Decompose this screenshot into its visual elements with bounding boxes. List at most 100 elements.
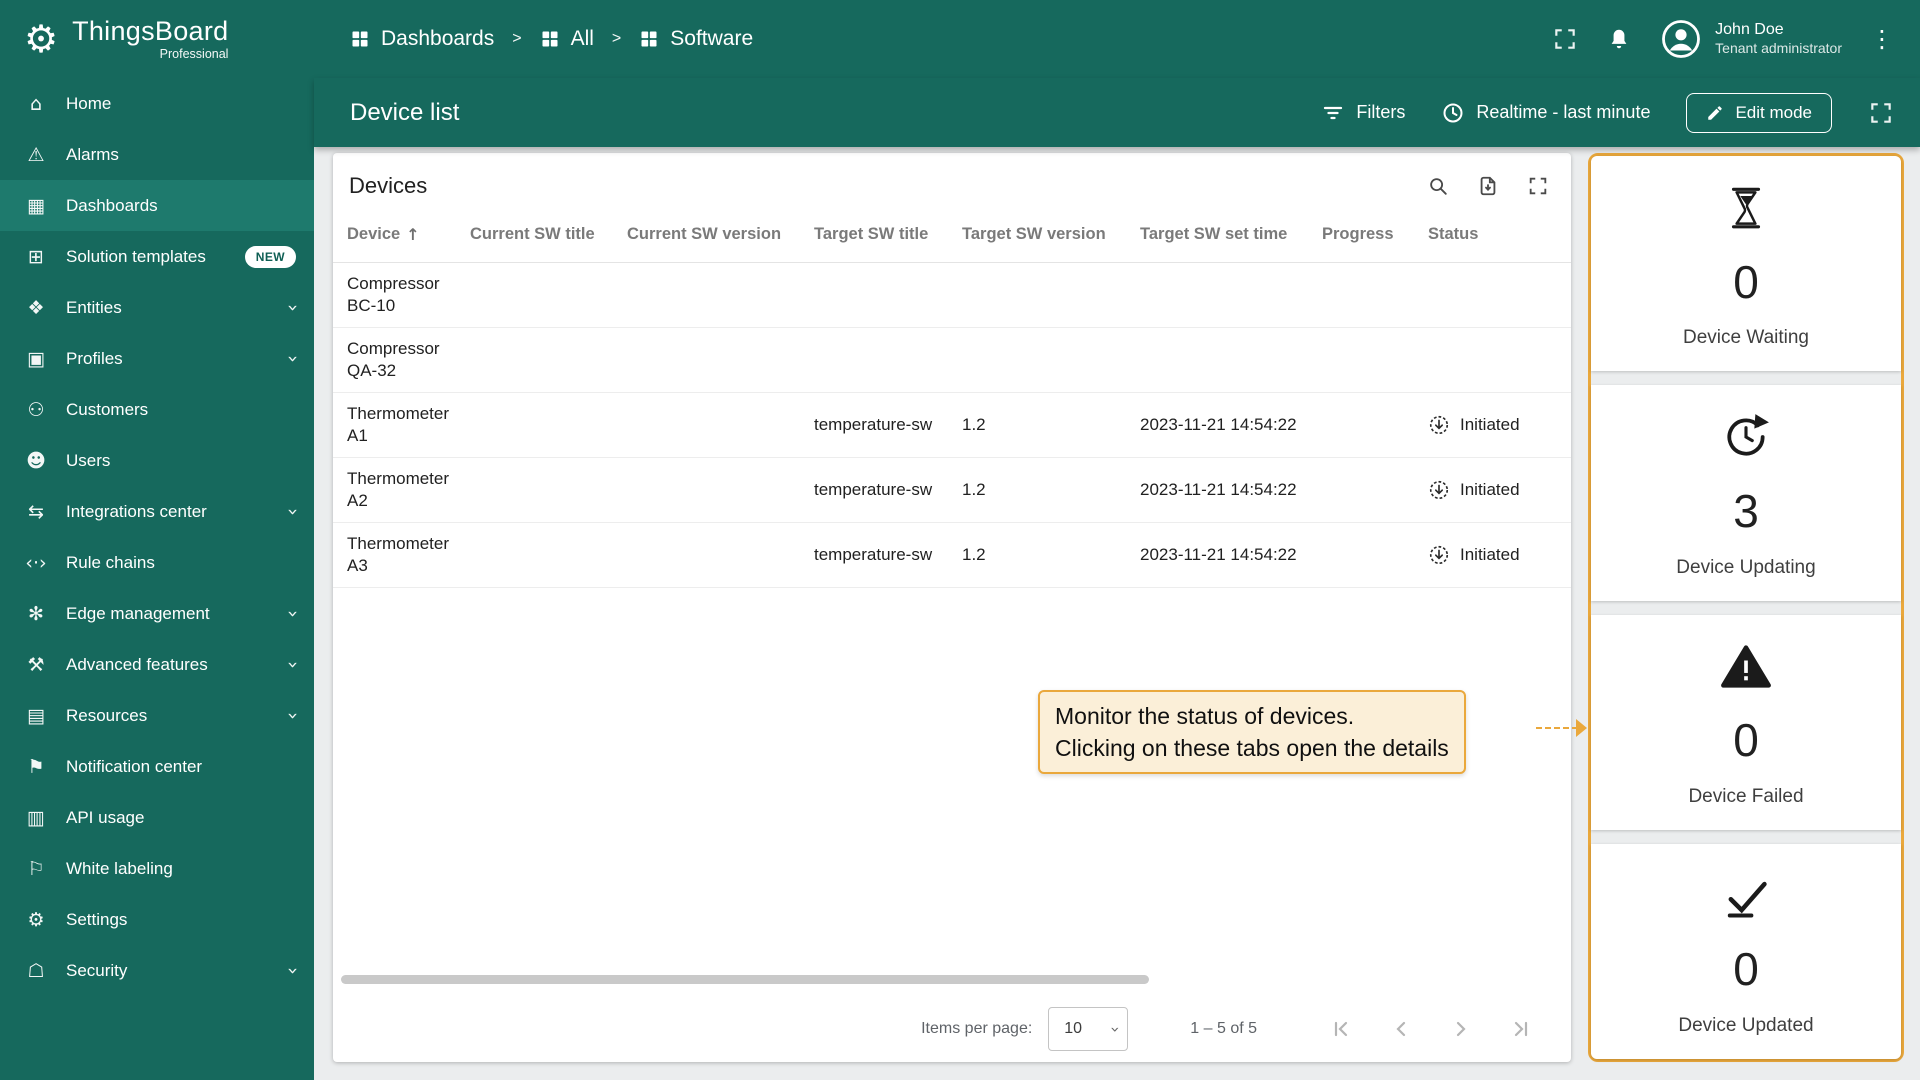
sidebar-item-integrations-center[interactable]: ⇆ Integrations center ‹ (0, 486, 314, 537)
avatar (1662, 20, 1701, 58)
main-area: Dashboards > All > Software John Doe Ten… (314, 0, 1920, 1080)
check-icon (1727, 881, 1767, 918)
sidebar-item-dashboards[interactable]: ▦ Dashboards (0, 180, 314, 231)
edge-management-icon: ✻ (28, 602, 44, 625)
column-header-target-sw-set-time[interactable]: Target SW set time (1140, 225, 1322, 244)
table-row[interactable]: Compressor BC-10 (333, 263, 1571, 328)
column-header-device[interactable]: Device ↑ (347, 225, 470, 244)
device-waiting-card[interactable]: 0 Device Waiting (1591, 156, 1901, 372)
rule-chains-icon: ‹·› (25, 551, 47, 574)
sidebar-item-rule-chains[interactable]: ‹·› Rule chains (0, 537, 314, 588)
sidebar-item-advanced-features[interactable]: ⚒ Advanced features ‹ (0, 639, 314, 690)
sidebar-item-resources[interactable]: ▤ Resources ‹ (0, 690, 314, 741)
fullscreen-icon[interactable] (1527, 175, 1549, 197)
tooltip-connector-line (1536, 727, 1578, 729)
sidebar-item-customers[interactable]: ⚇ Customers (0, 384, 314, 435)
integrations-center-icon: ⇆ (28, 500, 44, 523)
device-updated-count: 0 (1733, 943, 1759, 996)
previous-page-button[interactable] (1389, 1017, 1413, 1041)
next-page-button[interactable] (1449, 1017, 1473, 1041)
timewindow-button[interactable]: Realtime - last minute (1441, 101, 1650, 125)
breadcrumb-all[interactable]: All (540, 27, 594, 51)
breadcrumb-separator: > (611, 30, 622, 47)
column-header-current-sw-title[interactable]: Current SW title (470, 225, 627, 244)
white-labeling-icon: ⚐ (27, 857, 45, 880)
app-name: ThingsBoard (72, 15, 229, 46)
chevron-down-icon: ‹ (281, 303, 304, 312)
chevron-down-icon: ‹ (281, 966, 304, 975)
table-row[interactable]: Thermometer A3 temperature-sw 1.2 2023-11… (333, 523, 1571, 588)
chevron-down-icon: ‹ (281, 660, 304, 669)
dashboard-content: Devices Device ↑ Current SW title Curren… (314, 147, 1920, 1080)
user-role: Tenant administrator (1715, 40, 1842, 57)
sidebar-item-alarms[interactable]: ⚠ Alarms (0, 129, 314, 180)
table-row[interactable]: Compressor QA-32 (333, 328, 1571, 393)
sidebar-item-security[interactable]: ☖ Security ‹ (0, 945, 314, 996)
column-header-status[interactable]: Status (1428, 225, 1557, 244)
sidebar-item-home[interactable]: ⌂ Home (0, 78, 314, 129)
logo[interactable]: ⚙ ThingsBoard Professional (0, 0, 314, 78)
breadcrumb: Dashboards > All > Software (350, 27, 753, 51)
chevron-down-icon: ‹ (281, 711, 304, 720)
device-updating-card[interactable]: 3 Device Updating (1591, 385, 1901, 601)
status-label: Initiated (1460, 480, 1520, 499)
sidebar-item-api-usage[interactable]: ▥ API usage (0, 792, 314, 843)
items-per-page-select[interactable]: 10 ‹ (1048, 1007, 1129, 1051)
advanced-features-icon: ⚒ (27, 653, 45, 676)
settings-icon: ⚙ (27, 908, 45, 931)
tooltip-arrow-icon (1576, 719, 1587, 737)
alarms-icon: ⚠ (27, 143, 45, 166)
device-waiting-label: Device Waiting (1682, 327, 1809, 349)
column-header-target-sw-version[interactable]: Target SW version (962, 225, 1140, 244)
horizontal-scrollbar (341, 975, 1565, 984)
breadcrumb-dashboards[interactable]: Dashboards (350, 27, 494, 51)
user-menu[interactable]: John Doe Tenant administrator (1660, 18, 1842, 60)
device-updated-card[interactable]: 0 Device Updated (1591, 843, 1901, 1059)
table-row[interactable]: Thermometer A2 temperature-sw 1.2 2023-11… (333, 458, 1571, 523)
sidebar-item-edge-management[interactable]: ✻ Edge management ‹ (0, 588, 314, 639)
sidebar-item-notification-center[interactable]: ⚑ Notification center (0, 741, 314, 792)
update-initiated-icon (1429, 545, 1449, 565)
filter-icon (1324, 106, 1343, 119)
sidebar-item-users[interactable]: ☻ Users (0, 435, 314, 486)
export-file-icon[interactable] (1477, 175, 1499, 197)
dashboard-grid-icon (641, 31, 657, 47)
breadcrumb-software[interactable]: Software (639, 27, 753, 51)
sidebar-item-settings[interactable]: ⚙ Settings (0, 894, 314, 945)
notifications-bell-icon[interactable] (1606, 26, 1632, 52)
search-icon[interactable] (1427, 175, 1449, 197)
table-pagination-bar: Items per page: 10 ‹ 1 – 5 of 5 (333, 996, 1571, 1062)
devices-table-widget: Devices Device ↑ Current SW title Curren… (333, 153, 1571, 1062)
column-header-current-sw-version[interactable]: Current SW version (627, 225, 814, 244)
profiles-icon: ▣ (27, 347, 45, 370)
chevron-down-icon: ‹ (1104, 1025, 1124, 1033)
update-initiated-icon (1429, 415, 1449, 435)
chevron-down-icon: ‹ (281, 609, 304, 618)
more-options-kebab-icon[interactable]: ⋮ (1870, 25, 1894, 53)
sidebar-item-profiles[interactable]: ▣ Profiles ‹ (0, 333, 314, 384)
sidebar-item-white-labeling[interactable]: ⚐ White labeling (0, 843, 314, 894)
first-page-button[interactable] (1329, 1017, 1353, 1041)
device-failed-card[interactable]: 0 Device Failed (1591, 614, 1901, 830)
sidebar-item-solution-templates[interactable]: ⊞ Solution templates NEW (0, 231, 314, 282)
sidebar-nav: ⌂ Home ⚠ Alarms ▦ Dashboards ⊞ Solution … (0, 78, 314, 996)
device-updating-count: 3 (1733, 484, 1759, 537)
table-row[interactable]: Thermometer A1 temperature-sw 1.2 2023-11… (333, 393, 1571, 458)
pencil-icon (1708, 105, 1723, 120)
device-failed-label: Device Failed (1688, 785, 1804, 807)
dashboards-icon: ▦ (27, 194, 45, 217)
fullscreen-icon[interactable] (1552, 26, 1578, 52)
column-header-target-sw-title[interactable]: Target SW title (814, 225, 962, 244)
scrollbar-thumb[interactable] (341, 975, 1149, 984)
filters-button[interactable]: Filters (1321, 101, 1405, 125)
fullscreen-icon[interactable] (1868, 100, 1894, 126)
warning-icon (1721, 644, 1771, 688)
chevron-down-icon: ‹ (281, 507, 304, 516)
update-icon (1727, 414, 1769, 456)
edit-mode-button[interactable]: Edit mode (1686, 92, 1832, 133)
sidebar-item-entities[interactable]: ❖ Entities ‹ (0, 282, 314, 333)
last-page-button[interactable] (1509, 1017, 1533, 1041)
column-header-progress[interactable]: Progress (1322, 225, 1428, 244)
thingsboard-logo-icon: ⚙ (24, 17, 59, 61)
tooltip-line-1: Monitor the status of devices. (1055, 703, 1355, 729)
